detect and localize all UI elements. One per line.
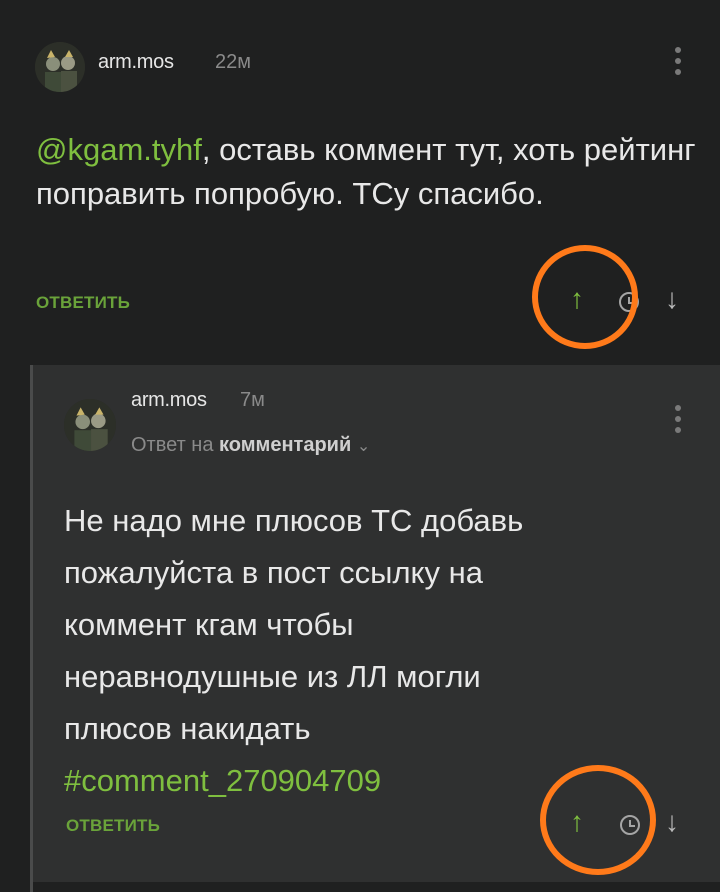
hashtag-link[interactable]: #comment_270904709 xyxy=(64,763,381,798)
reply-thread: arm.mos 7м Ответ на комментарий ⌄ Не над… xyxy=(0,365,720,892)
comment: arm.mos 22м @kgam.tyhf, оставь коммент т… xyxy=(0,0,720,365)
avatar[interactable] xyxy=(64,399,116,451)
reply-button[interactable]: ОТВЕТИТЬ xyxy=(66,816,160,836)
reply-to-link[interactable]: Ответ на комментарий ⌄ xyxy=(131,434,370,457)
reply-body: Не надо мне плюсов ТС добавь пожалуйста … xyxy=(64,503,524,746)
reply-to-prefix: Ответ на xyxy=(131,434,214,456)
kebab-menu-icon[interactable] xyxy=(672,405,684,438)
mention-link[interactable]: @kgam.tyhf xyxy=(36,132,202,167)
reply-to-target[interactable]: комментарий xyxy=(219,434,351,456)
kebab-menu-icon[interactable] xyxy=(672,47,684,80)
reply-comment: arm.mos 7м Ответ на комментарий ⌄ Не над… xyxy=(33,365,720,882)
highlight-circle xyxy=(532,245,638,349)
arrow-down-icon[interactable]: ↓ xyxy=(665,283,679,315)
avatar[interactable] xyxy=(35,42,85,92)
comment-time: 22м xyxy=(215,51,251,73)
reply-button[interactable]: ОТВЕТИТЬ xyxy=(36,293,130,313)
arrow-down-icon[interactable]: ↓ xyxy=(665,806,679,838)
chevron-down-icon[interactable]: ⌄ xyxy=(357,438,370,455)
reply-username[interactable]: arm.mos xyxy=(131,389,207,412)
comment-text: @kgam.tyhf, оставь коммент тут, хоть рей… xyxy=(36,128,696,216)
reply-text: Не надо мне плюсов ТС добавь пожалуйста … xyxy=(64,495,534,807)
reply-time: 7м xyxy=(240,389,265,411)
comment-username[interactable]: arm.mos xyxy=(98,51,174,74)
highlight-circle xyxy=(540,765,656,875)
